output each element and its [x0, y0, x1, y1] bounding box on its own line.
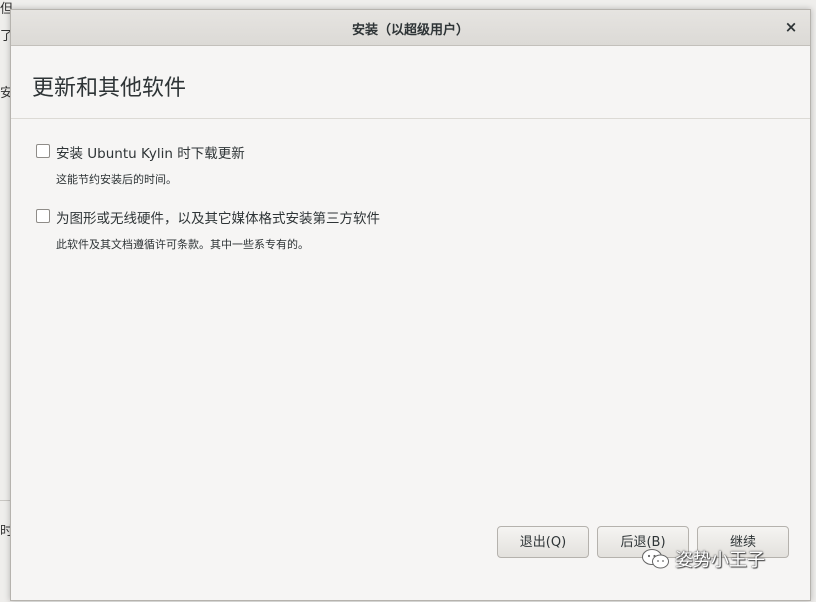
- installer-dialog: 安装（以超级用户） × 更新和其他软件 安装 Ubuntu Kylin 时下载更…: [10, 9, 811, 601]
- watermark: 姿势小王子: [641, 546, 765, 572]
- third-party-checkbox[interactable]: [36, 209, 50, 223]
- download-updates-label[interactable]: 安装 Ubuntu Kylin 时下载更新: [56, 142, 245, 162]
- page-title: 更新和其他软件: [32, 76, 187, 101]
- wechat-icon: [642, 549, 669, 569]
- download-updates-checkbox[interactable]: [36, 144, 50, 158]
- quit-button[interactable]: 退出(Q): [497, 526, 589, 558]
- page-header: 更新和其他软件: [11, 46, 810, 119]
- download-updates-description: 这能节约安装后的时间。: [56, 173, 177, 186]
- third-party-label[interactable]: 为图形或无线硬件，以及其它媒体格式安装第三方软件: [56, 207, 380, 227]
- close-icon: ×: [784, 18, 798, 36]
- window-title: 安装（以超级用户）: [351, 23, 469, 38]
- third-party-description: 此软件及其文档遵循许可条款。其中一些系专有的。: [56, 238, 309, 251]
- watermark-text: 姿势小王子: [675, 550, 765, 571]
- close-button[interactable]: ×: [780, 16, 802, 38]
- window-titlebar[interactable]: 安装（以超级用户） ×: [11, 10, 810, 46]
- background-divider: [0, 500, 10, 501]
